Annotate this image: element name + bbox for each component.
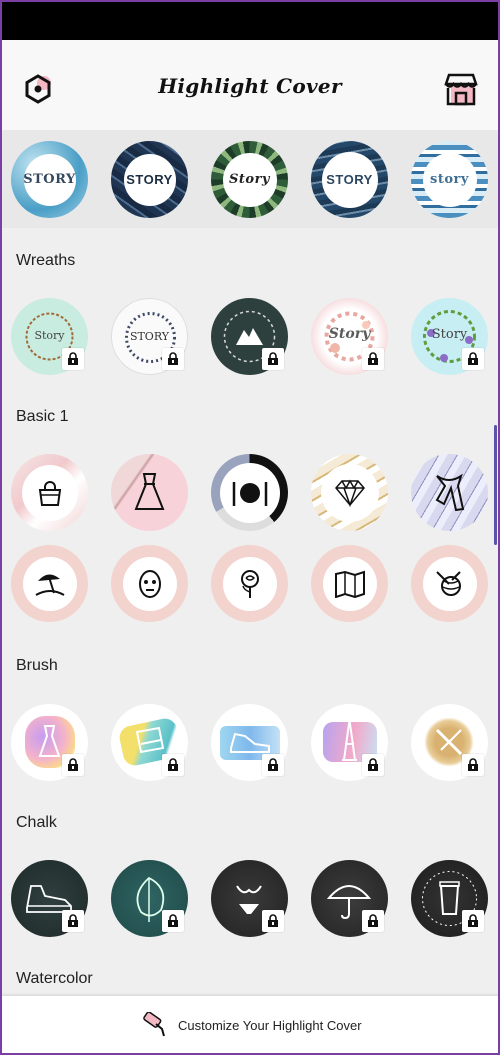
- lock-icon: [162, 348, 184, 370]
- story-cover-blue-watercolor[interactable]: STORY: [11, 141, 88, 218]
- lock-icon: [362, 910, 384, 932]
- lock-icon: [462, 910, 484, 932]
- story-label: Story: [229, 172, 270, 187]
- status-bar: [0, 0, 500, 40]
- dress-icon: [134, 473, 165, 510]
- basic-cover-yarn[interactable]: [411, 545, 488, 622]
- scarf-icon: [435, 473, 465, 512]
- handbag-icon: [38, 480, 61, 506]
- lock-icon: [462, 348, 484, 370]
- yarn-ball-icon: [435, 570, 461, 596]
- lock-icon: [362, 754, 384, 776]
- basic-cover-map[interactable]: [311, 545, 388, 622]
- story-label: Story: [431, 327, 468, 342]
- story-label: STORY: [126, 172, 173, 187]
- section-title-brush: Brush: [16, 657, 58, 674]
- story-label: Story: [328, 326, 371, 342]
- scroll-indicator[interactable]: [494, 425, 497, 545]
- rose-icon: [240, 569, 259, 598]
- basic-cover-rose[interactable]: [211, 545, 288, 622]
- basic-cover-handbag[interactable]: [11, 454, 88, 531]
- page-title: Highlight Cover: [158, 74, 342, 98]
- section-title-wreaths: Wreaths: [16, 252, 76, 269]
- lock-icon: [162, 910, 184, 932]
- lock-icon: [362, 348, 384, 370]
- story-label: STORY: [23, 172, 76, 187]
- lock-icon: [62, 754, 84, 776]
- section-title-chalk: Chalk: [16, 814, 57, 831]
- lock-icon: [62, 910, 84, 932]
- basic-cover-scarf[interactable]: [411, 454, 488, 531]
- basic-cover-diamond[interactable]: [311, 454, 388, 531]
- beach-umbrella-icon: [35, 573, 64, 596]
- face-mask-icon: [138, 569, 161, 598]
- basic-cover-beach[interactable]: [11, 545, 88, 622]
- story-label: Story: [34, 329, 65, 342]
- story-cover-ocean-waves[interactable]: STORY: [311, 141, 388, 218]
- story-label: STORY: [129, 330, 170, 343]
- lock-icon: [262, 348, 284, 370]
- section-title-basic-1: Basic 1: [16, 408, 69, 425]
- app-bar: Highlight Cover: [0, 40, 500, 130]
- lock-icon: [262, 754, 284, 776]
- paint-roller-icon: [143, 1012, 165, 1037]
- customize-label: Customize Your Highlight Cover: [178, 1018, 362, 1033]
- lock-icon: [162, 754, 184, 776]
- customize-bar[interactable]: Customize Your Highlight Cover: [0, 996, 500, 1055]
- featured-covers-row: STORY STORY Story STORY story: [0, 130, 500, 228]
- diamond-icon: [334, 478, 365, 507]
- basic-cover-dress[interactable]: [111, 454, 188, 531]
- lock-icon: [62, 348, 84, 370]
- plate-cutlery-icon: [232, 481, 267, 506]
- lock-icon: [462, 754, 484, 776]
- section-title-watercolor: Watercolor: [16, 970, 93, 987]
- basic-cover-dining[interactable]: [211, 454, 288, 531]
- basic-cover-face-mask[interactable]: [111, 545, 188, 622]
- map-icon: [334, 570, 365, 598]
- story-label: story: [430, 172, 469, 187]
- store-icon[interactable]: [442, 70, 480, 108]
- story-label: STORY: [326, 172, 373, 187]
- story-cover-navy-marble[interactable]: STORY: [111, 141, 188, 218]
- lock-icon: [262, 910, 284, 932]
- story-cover-blue-stripes[interactable]: story: [411, 141, 488, 218]
- story-cover-palm-leaves[interactable]: Story: [211, 141, 288, 218]
